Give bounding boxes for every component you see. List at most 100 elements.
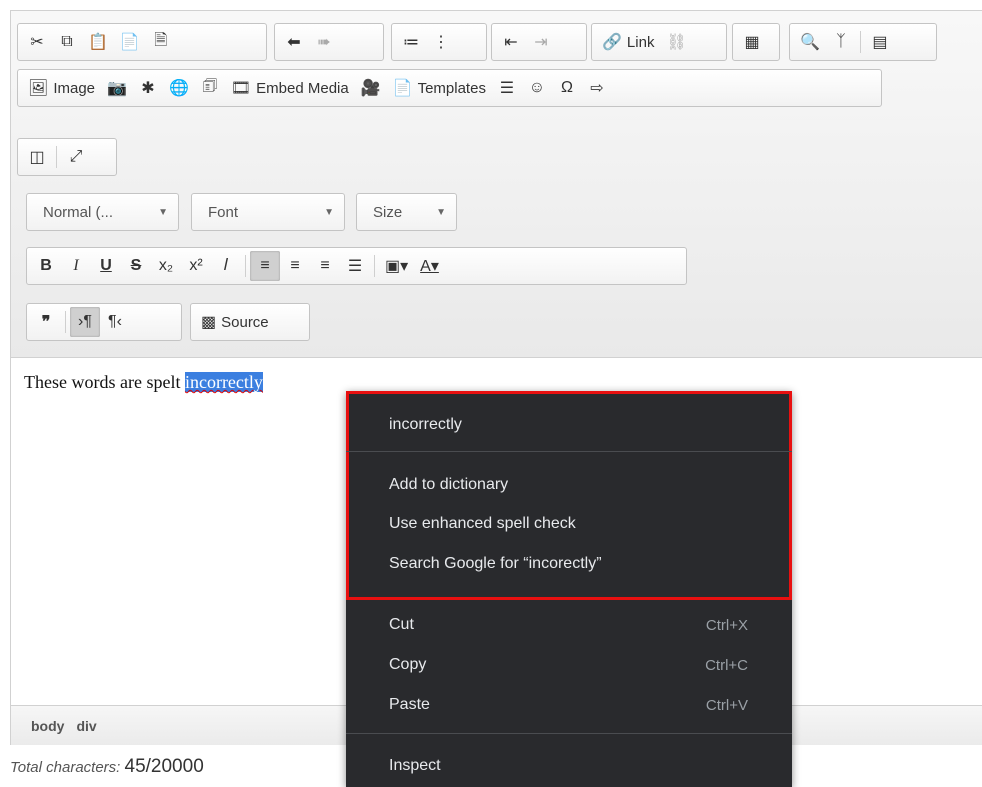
menu-item-shortcut: Ctrl+C	[705, 656, 748, 674]
menu-item-cut[interactable]: Cut Ctrl+X	[389, 613, 748, 637]
maximize-icon[interactable]: ⤢	[61, 142, 91, 172]
menu-item-suggestion[interactable]: incorrectly	[389, 413, 748, 437]
smiley-icon[interactable]: ☺	[522, 73, 552, 103]
separator	[56, 146, 57, 168]
context-menu: incorrectly Add to dictionary Use enhanc…	[346, 391, 792, 787]
numbered-list-icon[interactable]: ≔	[396, 27, 426, 57]
format-combo-value: Normal (...	[43, 203, 114, 221]
special-char-icon[interactable]: Ω	[552, 73, 582, 103]
film-icon: 🎞	[230, 80, 252, 97]
menu-divider	[346, 733, 792, 734]
text-color-icon[interactable]: A▾	[414, 251, 445, 281]
italic-button[interactable]: I	[61, 251, 91, 281]
form-icon[interactable]: 🗊	[195, 73, 225, 103]
document-icon: 📄	[392, 80, 413, 97]
subscript-icon[interactable]: x₂	[151, 251, 181, 281]
flash-icon[interactable]: ✱	[133, 73, 163, 103]
source-button[interactable]: ▩ Source	[195, 307, 275, 337]
increase-indent-icon[interactable]: ⇥	[526, 27, 556, 57]
cut-icon[interactable]: ✂	[22, 27, 52, 57]
image-label: Image	[53, 79, 96, 97]
iframe-icon[interactable]: 🌐	[163, 73, 195, 103]
chevron-down-icon: ▼	[436, 206, 446, 218]
paste-text-icon[interactable]: 📄	[114, 27, 146, 57]
table-icon[interactable]: ▦	[737, 27, 767, 57]
menu-item-shortcut: Ctrl+V	[705, 696, 748, 714]
font-combo[interactable]: Font ▼	[191, 193, 345, 231]
image-button[interactable]: 🖼 Image	[22, 73, 101, 103]
justify-icon[interactable]: ☰	[340, 251, 370, 281]
menu-divider	[346, 451, 792, 452]
templates-label: Templates	[417, 79, 486, 97]
table-group: ▦	[732, 23, 780, 61]
clipboard-group: ✂ ⧉ 📋 📄 🗎	[17, 23, 267, 61]
formatting-group: B I U S x₂ x² 𝐼 ≡ ≡ ≡ ☰ ▣▾ A▾	[26, 247, 687, 285]
unlink-icon[interactable]: ⛓	[660, 27, 692, 57]
paste-icon[interactable]: 📋	[82, 27, 114, 57]
image-upload-icon[interactable]: 📷	[101, 73, 133, 103]
menu-item-search-google[interactable]: Search Google for “incorectly”	[389, 552, 748, 576]
separator	[65, 311, 66, 333]
find-group: 🔍 ᛉ ▤	[789, 23, 937, 61]
menu-item-label: Paste	[389, 696, 430, 713]
page-break-icon[interactable]: ⇨	[582, 73, 612, 103]
replace-icon[interactable]: ᛉ	[826, 27, 856, 57]
path-item-body[interactable]: body	[31, 718, 64, 734]
menu-item-copy[interactable]: Copy Ctrl+C	[389, 653, 748, 677]
menu-item-label: Cut	[389, 616, 414, 633]
menu-item-paste[interactable]: Paste Ctrl+V	[389, 693, 748, 717]
link-label: Link	[626, 33, 655, 51]
rtl-icon[interactable]: ¶‹	[100, 307, 130, 337]
chevron-down-icon: ▼	[158, 206, 168, 218]
select-all-icon[interactable]: ▤	[865, 27, 895, 57]
bulleted-list-icon[interactable]: ⋮	[426, 27, 456, 57]
align-right-icon[interactable]: ≡	[310, 251, 340, 281]
superscript-icon[interactable]: x²	[181, 251, 211, 281]
menu-item-enhanced-spellcheck[interactable]: Use enhanced spell check	[389, 512, 748, 536]
separator	[245, 255, 246, 277]
character-count: Total characters: 45/20000	[10, 756, 204, 778]
menu-item-add-to-dictionary[interactable]: Add to dictionary	[389, 473, 748, 497]
find-icon[interactable]: 🔍	[794, 27, 826, 57]
image-icon: 🖼	[28, 80, 49, 97]
bold-button[interactable]: B	[31, 251, 61, 281]
source-label: Source	[221, 313, 269, 331]
redo-icon[interactable]: ➠	[309, 27, 339, 57]
remove-format-icon[interactable]: 𝐼	[211, 251, 241, 281]
undo-icon[interactable]: ⬅	[279, 27, 309, 57]
undo-group: ⬅ ➠	[274, 23, 384, 61]
media-embed-icon[interactable]: 🎥	[355, 73, 387, 103]
menu-item-label: Inspect	[389, 757, 441, 774]
menu-item-inspect[interactable]: Inspect	[389, 754, 748, 778]
format-combo[interactable]: Normal (... ▼	[26, 193, 179, 231]
ltr-icon[interactable]: ›¶	[70, 307, 100, 337]
show-blocks-icon[interactable]: ◫	[22, 142, 52, 172]
link-button[interactable]: 🔗 Link	[596, 27, 660, 57]
horizontal-rule-icon[interactable]: ☰	[492, 73, 522, 103]
background-color-icon[interactable]: ▣▾	[379, 251, 414, 281]
separator	[374, 255, 375, 277]
embed-media-button[interactable]: 🎞 Embed Media	[225, 73, 355, 103]
align-center-icon[interactable]: ≡	[280, 251, 310, 281]
menu-item-label: incorrectly	[389, 416, 462, 433]
paste-word-icon[interactable]: 🗎	[146, 27, 176, 57]
separator	[859, 31, 861, 53]
link-group: 🔗 Link ⛓	[591, 23, 727, 61]
indent-group: ⇤ ⇥	[491, 23, 587, 61]
size-combo[interactable]: Size ▼	[356, 193, 457, 231]
strikethrough-button[interactable]: S	[121, 251, 151, 281]
copy-icon[interactable]: ⧉	[52, 27, 82, 57]
decrease-indent-icon[interactable]: ⇤	[496, 27, 526, 57]
insert-group: 🖼 Image 📷 ✱ 🌐 🗊 🎞 Embed Media 🎥 📄 Templa…	[17, 69, 882, 107]
menu-item-label: Copy	[389, 656, 427, 673]
path-item-div[interactable]: div	[76, 718, 96, 734]
blockquote-icon[interactable]: ❞	[31, 307, 61, 337]
character-count-value: 45/20000	[124, 756, 204, 777]
selected-misspelled-word[interactable]: incorrectly	[184, 372, 263, 392]
menu-item-shortcut: Ctrl+X	[705, 616, 748, 634]
menu-item-label: Search Google for “incorectly”	[389, 555, 602, 572]
list-group: ≔ ⋮	[391, 23, 487, 61]
templates-button[interactable]: 📄 Templates	[387, 73, 492, 103]
underline-button[interactable]: U	[91, 251, 121, 281]
align-left-icon[interactable]: ≡	[250, 251, 280, 281]
